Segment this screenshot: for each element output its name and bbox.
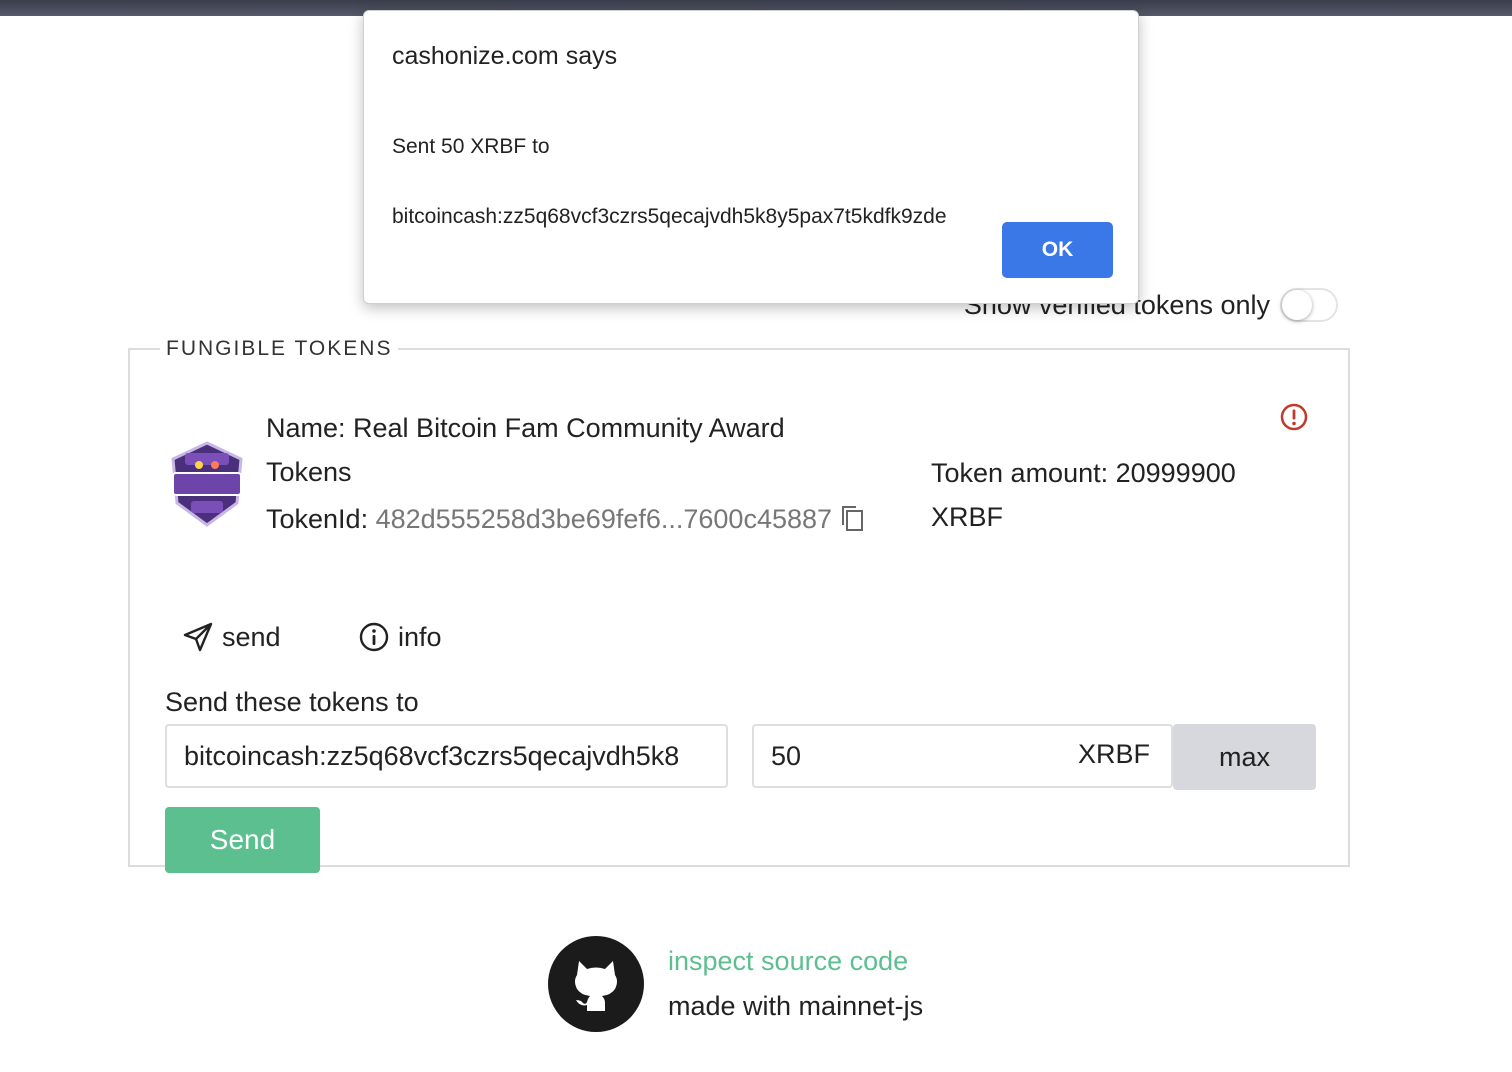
send-action-label: send	[222, 621, 281, 652]
token-name: Name: Real Bitcoin Fam Community Award T…	[266, 413, 785, 487]
max-button[interactable]: max	[1173, 724, 1316, 790]
verified-toggle[interactable]	[1280, 288, 1338, 322]
token-amount: Token amount: 20999900 XRBF	[931, 458, 1236, 532]
footer-text: inspect source code made with mainnet-js	[668, 939, 923, 1029]
github-icon[interactable]	[548, 936, 644, 1032]
copy-icon[interactable]	[840, 501, 864, 545]
info-action-label: info	[398, 621, 442, 652]
recipient-address-input[interactable]	[165, 724, 728, 788]
fungible-tokens-section: FUNGIBLE TOKENS Name: Real Bitcoin Fam C…	[128, 337, 1350, 873]
token-id: TokenId: 482d555258d3be69fef6...7600c458…	[266, 497, 906, 545]
amount-unit: XRBF	[1078, 739, 1151, 769]
token-id-label: TokenId:	[266, 504, 376, 534]
made-with-label: made with mainnet-js	[668, 991, 924, 1021]
alert-icon[interactable]	[1280, 403, 1308, 431]
section-legend: FUNGIBLE TOKENS	[166, 337, 393, 360]
token-logo	[171, 441, 243, 527]
send-action[interactable]: send	[182, 621, 281, 653]
alert-dialog: cashonize.com says Sent 50 XRBF to bitco…	[363, 10, 1139, 304]
token-id-value: 482d555258d3be69fef6...7600c45887	[375, 504, 833, 534]
info-icon	[359, 622, 389, 652]
toggle-knob	[1282, 290, 1312, 320]
dialog-message-line1: Sent 50 XRBF to	[392, 135, 550, 158]
send-button[interactable]: Send	[165, 807, 320, 873]
footer: inspect source code made with mainnet-js	[548, 936, 923, 1032]
dialog-title: cashonize.com says	[392, 42, 618, 70]
dialog-ok-button[interactable]: OK	[1002, 222, 1113, 278]
send-icon	[183, 622, 213, 652]
send-form-label: Send these tokens to	[165, 687, 419, 717]
info-action[interactable]: info	[358, 621, 442, 653]
source-code-link[interactable]: inspect source code	[668, 939, 923, 984]
